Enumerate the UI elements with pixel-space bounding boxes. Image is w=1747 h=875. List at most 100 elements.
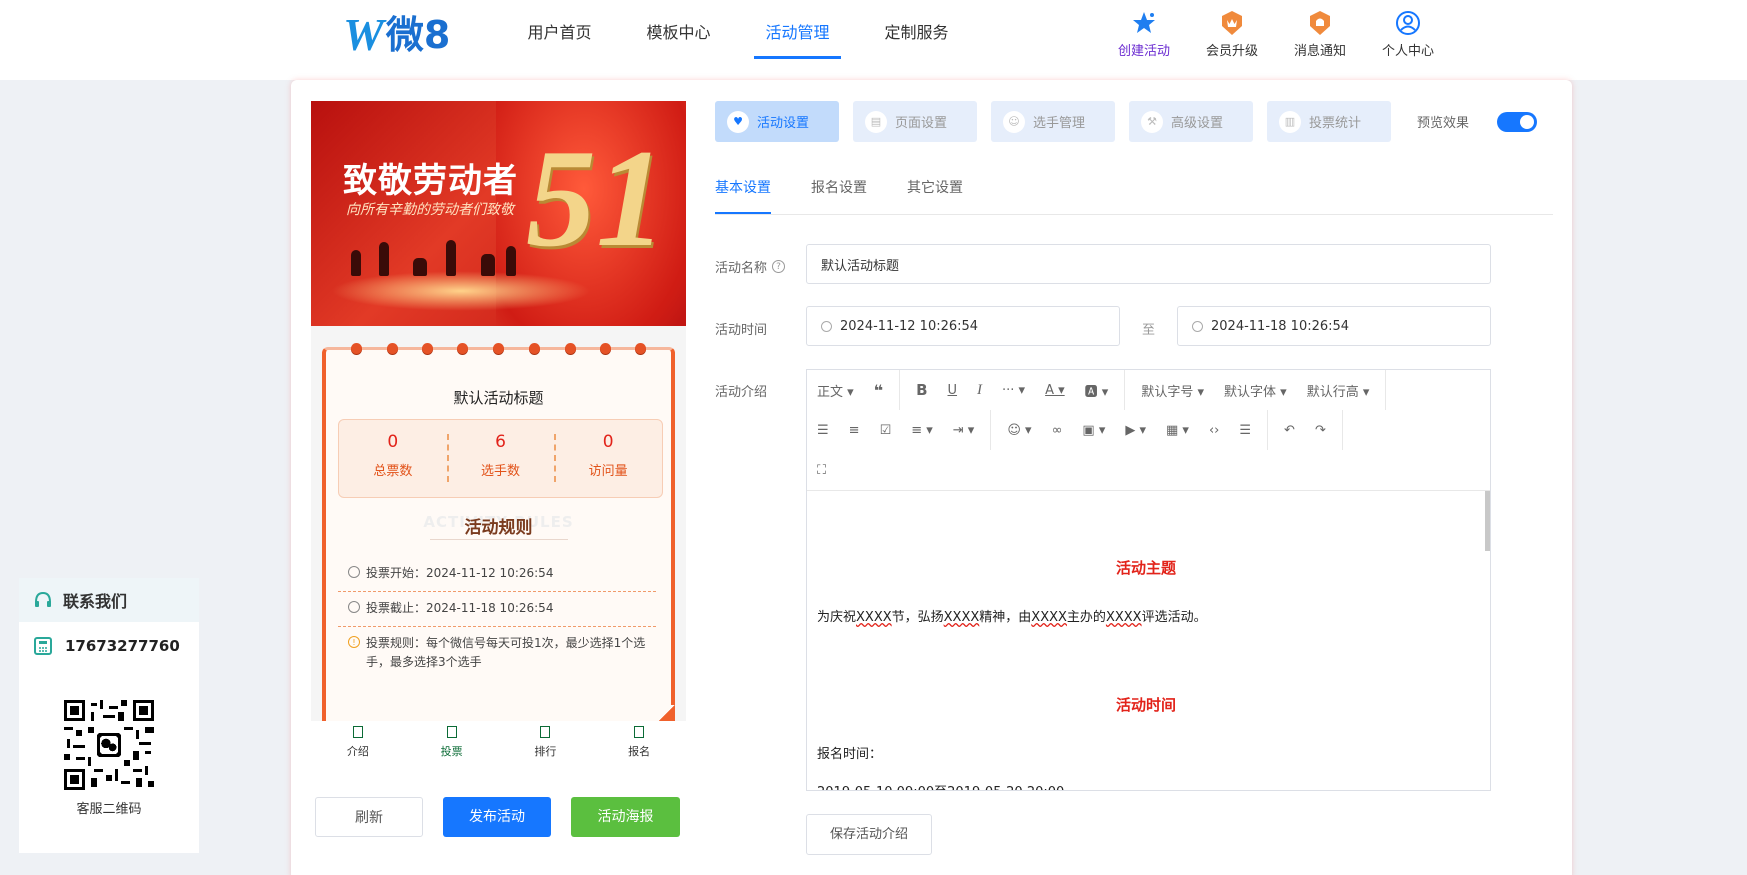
tab-page-settings[interactable]: ▤ 页面设置	[853, 101, 977, 142]
text-run: 为庆祝	[817, 610, 857, 625]
logo[interactable]: W 微8	[343, 12, 450, 58]
clock-icon	[821, 320, 832, 332]
refresh-button[interactable]: 刷新	[315, 797, 423, 837]
save-intro-button[interactable]: 保存活动介绍	[806, 814, 932, 855]
tab-activity-settings[interactable]: ♥ 活动设置	[715, 101, 839, 142]
binder-ring	[422, 343, 433, 354]
activity-poster-button[interactable]: 活动海报	[571, 797, 680, 837]
divider-line-icon[interactable]: ☰	[1229, 423, 1261, 438]
phone-tab-intro[interactable]: 介绍	[311, 721, 405, 768]
nav-user-home[interactable]: 用户首页	[500, 0, 619, 80]
activity-title: 默认活动标题	[453, 389, 544, 407]
nav-activity-management[interactable]: 活动管理	[738, 0, 857, 80]
video-icon[interactable]: ▶ ▾	[1115, 423, 1156, 438]
subtab-other-settings[interactable]: 其它设置	[907, 160, 963, 214]
editor-scrollbar[interactable]	[1485, 491, 1490, 551]
tab-label: 选手管理	[1033, 116, 1086, 131]
logo-text: 微8	[385, 13, 451, 57]
end-time-input[interactable]: 2024-11-18 10:26:54	[1177, 306, 1491, 346]
activity-name-input[interactable]: 默认活动标题	[806, 244, 1491, 284]
member-upgrade-button[interactable]: 会员升级	[1188, 10, 1276, 59]
phone-tab-vote[interactable]: 投票	[405, 721, 499, 768]
rule-text: 投票截止：2024-11-18 10:26:54	[366, 601, 554, 615]
font-family-select[interactable]: 默认字体 ▾	[1214, 381, 1297, 400]
table-icon[interactable]: ▦ ▾	[1156, 423, 1199, 438]
banner-subtitle: 向所有辛勤的劳动者们致敬	[346, 202, 514, 218]
phone-preview: 51 致敬劳动者 向所有辛勤的劳动者们致敬 默认活动标题 0 总票数 6 选手数…	[311, 101, 686, 721]
redo-icon[interactable]: ↷	[1305, 423, 1336, 438]
tab-label: 活动设置	[757, 116, 810, 131]
divider	[1341, 410, 1343, 450]
background-color-icon[interactable]: 🅰 ▾	[1075, 381, 1119, 400]
star-icon	[1131, 10, 1157, 36]
subtab-signup-settings[interactable]: 报名设置	[811, 160, 867, 214]
nav-template-center[interactable]: 模板中心	[619, 0, 738, 80]
chart-icon: ▥	[1279, 110, 1301, 133]
help-icon[interactable]: ?	[772, 260, 786, 273]
tab-label: 投票	[440, 745, 463, 758]
font-family-label: 默认字体	[1224, 384, 1277, 400]
paragraph-select[interactable]: 正文 ▾	[807, 381, 864, 400]
publish-activity-button[interactable]: 发布活动	[443, 797, 551, 837]
bold-icon[interactable]: B	[906, 381, 937, 399]
binder-ring	[635, 343, 646, 354]
editor-content[interactable]: 活动主题 为庆祝XXXX节，弘扬XXXX精神，由XXXX主办的XXXX评选活动。…	[807, 491, 1490, 790]
phone-tab-bar: 介绍 投票 排行 报名	[311, 721, 686, 768]
activity-name-label-text: 活动名称	[715, 261, 768, 276]
contact-phone-number: 17673277760	[65, 637, 180, 655]
font-color-icon[interactable]: A ▾	[1035, 383, 1075, 398]
font-size-select[interactable]: 默认字号 ▾	[1131, 381, 1214, 400]
indent-icon[interactable]: ⇥ ▾	[943, 423, 985, 438]
link-icon[interactable]: ∞	[1042, 423, 1073, 438]
emoji-icon[interactable]: ☺ ▾	[997, 423, 1041, 438]
stat-visits: 0 访问量	[554, 420, 662, 497]
end-time-value: 2024-11-18 10:26:54	[1211, 318, 1350, 334]
preview-toggle[interactable]	[1497, 111, 1538, 132]
phone-tab-rank[interactable]: 排行	[499, 721, 593, 768]
undo-icon[interactable]: ↶	[1274, 423, 1305, 438]
tab-label: 投票统计	[1309, 116, 1362, 131]
stat-total-votes: 0 总票数	[339, 420, 447, 497]
bulleted-list-icon[interactable]: ☰	[807, 423, 839, 438]
binder-ring	[387, 343, 398, 354]
phone-icon	[34, 637, 52, 655]
rule-vote-end: 投票截止：2024-11-18 10:26:54	[338, 599, 656, 627]
line-height-select[interactable]: 默认行高 ▾	[1297, 381, 1380, 400]
stat-value: 0	[387, 432, 399, 452]
subtab-basic-settings[interactable]: 基本设置	[715, 160, 771, 214]
italic-icon[interactable]: I	[967, 382, 992, 399]
underline-icon[interactable]: U	[938, 383, 968, 398]
nav-custom-service[interactable]: 定制服务	[857, 0, 976, 80]
binder-ring	[600, 343, 611, 354]
create-activity-button[interactable]: 创建活动	[1100, 10, 1188, 59]
activity-banner: 51 致敬劳动者 向所有辛勤的劳动者们致敬	[311, 101, 686, 326]
worker-figure	[351, 250, 361, 276]
main-nav: 用户首页 模板中心 活动管理 定制服务	[500, 0, 976, 80]
divider	[899, 370, 901, 410]
notifications-button[interactable]: 消息通知	[1276, 10, 1364, 59]
time-separator: 至	[1142, 323, 1156, 338]
code-icon[interactable]: ‹›	[1199, 423, 1229, 438]
start-time-input[interactable]: 2024-11-12 10:26:54	[806, 306, 1120, 346]
editor-toolbar: 正文 ▾ ❝ B U I ··· ▾ A ▾ 🅰 ▾ 默认字号 ▾ 默认字体 ▾…	[807, 370, 1490, 491]
content-heading-time: 活动时间	[1115, 696, 1176, 714]
align-icon[interactable]: ≡ ▾	[901, 423, 943, 438]
todo-list-icon[interactable]: ☑	[870, 423, 902, 438]
image-icon[interactable]: ▣ ▾	[1072, 423, 1115, 438]
phone-tab-signup[interactable]: 报名	[592, 721, 686, 768]
more-icon[interactable]: ··· ▾	[992, 383, 1035, 398]
contact-phone: 17673277760	[19, 622, 199, 670]
fullscreen-icon[interactable]: ⛶	[807, 463, 836, 478]
tab-advanced-settings[interactable]: ⚒ 高级设置	[1129, 101, 1253, 142]
quote-icon[interactable]: ❝	[864, 381, 893, 400]
binder-ring	[493, 343, 504, 354]
member-upgrade-label: 会员升级	[1205, 44, 1258, 59]
text-run: XXXX	[1105, 610, 1142, 625]
text-run: 精神，由	[979, 610, 1032, 625]
tab-contestant-management[interactable]: ☺ 选手管理	[991, 101, 1115, 142]
tab-vote-statistics[interactable]: ▥ 投票统计	[1267, 101, 1391, 142]
personal-center-button[interactable]: 个人中心	[1364, 10, 1452, 59]
numbered-list-icon[interactable]: ≡	[839, 423, 870, 438]
stat-label: 总票数	[373, 464, 413, 479]
tab-label: 高级设置	[1171, 116, 1224, 131]
